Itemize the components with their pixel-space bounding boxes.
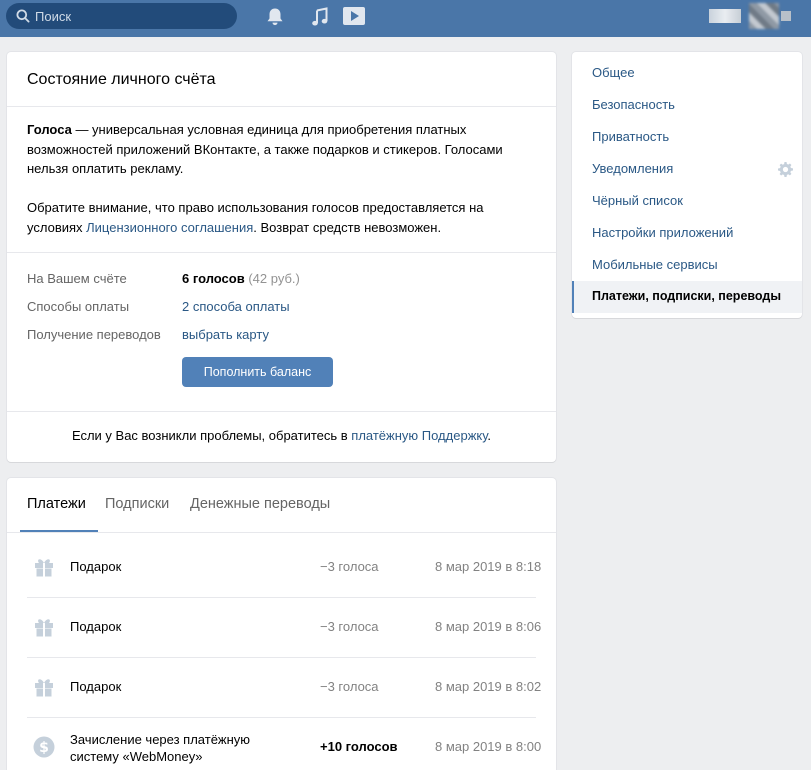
gift-icon xyxy=(35,679,53,697)
menu-item-label: Чёрный список xyxy=(592,193,683,208)
tab-subscriptions[interactable]: Подписки xyxy=(105,496,169,512)
avatar[interactable] xyxy=(749,3,779,29)
payment-methods-label: Способы оплаты xyxy=(27,299,130,314)
menu-item-label: Безопасность xyxy=(592,97,675,112)
transaction-row[interactable]: Подарок −3 голоса 8 мар 2019 в 8:18 xyxy=(7,538,556,598)
transaction-amount: −3 голоса xyxy=(320,679,379,694)
menu-item-general[interactable]: Общее xyxy=(572,57,802,89)
payment-methods-link[interactable]: 2 способа оплаты xyxy=(182,299,290,314)
menu-item-security[interactable]: Безопасность xyxy=(572,89,802,121)
menu-item-mobile-services[interactable]: Мобильные сервисы xyxy=(572,249,802,281)
menu-item-label: Мобильные сервисы xyxy=(592,257,718,272)
menu-item-label: Платежи, подписки, переводы xyxy=(592,289,781,303)
menu-item-blacklist[interactable]: Чёрный список xyxy=(572,185,802,217)
license-agreement-link[interactable]: Лицензионного соглашения xyxy=(86,220,253,235)
tab-payments[interactable]: Платежи xyxy=(27,496,86,512)
dollar-icon: $ xyxy=(33,736,55,758)
search-box[interactable]: Поиск xyxy=(6,3,237,29)
svg-text:$: $ xyxy=(39,740,49,756)
topup-balance-button[interactable]: Пополнить баланс xyxy=(182,357,333,387)
transaction-row[interactable]: $ Зачисление через платёжную систему «Web… xyxy=(7,718,556,770)
transaction-row[interactable]: Подарок −3 голоса 8 мар 2019 в 8:02 xyxy=(7,658,556,718)
gift-icon xyxy=(35,559,53,577)
transaction-title: Зачисление через платёжную систему «WebMo… xyxy=(70,731,250,765)
menu-item-label: Приватность xyxy=(592,129,670,144)
divider xyxy=(7,411,556,412)
transaction-row[interactable]: Подарок −3 голоса 8 мар 2019 в 8:06 xyxy=(7,598,556,658)
transaction-amount: −3 голоса xyxy=(320,619,379,634)
menu-item-label: Общее xyxy=(592,65,635,80)
choose-card-link[interactable]: выбрать карту xyxy=(182,327,269,342)
menu-item-notifications[interactable]: Уведомления xyxy=(572,153,802,185)
transfers-label: Получение переводов xyxy=(27,327,161,342)
search-input[interactable]: Поиск xyxy=(35,9,71,24)
search-icon xyxy=(16,9,30,23)
balance-label: На Вашем счёте xyxy=(27,271,127,286)
transaction-title-line1: Зачисление через платёжную xyxy=(70,732,251,747)
gift-icon xyxy=(35,619,53,637)
video-icon[interactable] xyxy=(342,6,366,26)
menu-item-label: Уведомления xyxy=(592,161,674,176)
settings-menu: Общее Безопасность Приватность Уведомлен… xyxy=(572,52,802,318)
transaction-amount: +10 голосов xyxy=(320,739,398,754)
top-bar: Поиск xyxy=(0,0,811,37)
bell-icon[interactable] xyxy=(266,7,284,27)
divider xyxy=(7,106,556,107)
balance-value: 6 голосов (42 руб.) xyxy=(182,271,300,286)
intro-bold: Голоса xyxy=(27,122,72,137)
transaction-date: 8 мар 2019 в 8:18 xyxy=(435,559,542,574)
transaction-date: 8 мар 2019 в 8:06 xyxy=(435,619,542,634)
transaction-title: Подарок xyxy=(70,679,122,694)
notice-text: Обратите внимание, что право использован… xyxy=(27,198,527,237)
transaction-title: Подарок xyxy=(70,619,122,634)
menu-item-label: Настройки приложений xyxy=(592,225,734,240)
support-end: . xyxy=(487,428,492,443)
transaction-title: Подарок xyxy=(70,559,122,574)
transaction-amount: −3 голоса xyxy=(320,559,379,574)
music-icon[interactable] xyxy=(311,7,329,27)
page-title: Состояние личного счёта xyxy=(27,71,216,88)
balance-amount: 6 голосов xyxy=(182,271,245,286)
divider xyxy=(7,532,556,533)
transactions-card: Платежи Подписки Денежные переводы Подар… xyxy=(7,478,556,770)
payment-support-link[interactable]: платёжную Поддержку xyxy=(351,428,487,443)
gear-icon[interactable] xyxy=(778,162,793,177)
menu-item-privacy[interactable]: Приватность xyxy=(572,121,802,153)
tab-money-transfers[interactable]: Денежные переводы xyxy=(190,496,330,512)
intro-text: Голоса — универсальная условная единица … xyxy=(27,120,527,179)
transaction-date: 8 мар 2019 в 8:00 xyxy=(435,739,542,754)
menu-item-app-settings[interactable]: Настройки приложений xyxy=(572,217,802,249)
notice-end: . Возврат средств невозможен. xyxy=(253,219,442,235)
support-text: Если у Вас возникли проблемы, обратитесь… xyxy=(7,428,556,443)
divider xyxy=(7,252,556,253)
balance-rub: (42 руб.) xyxy=(244,271,300,286)
user-name-blurred[interactable] xyxy=(709,9,741,23)
menu-item-payments[interactable]: Платежи, подписки, переводы xyxy=(572,281,802,313)
dropdown-arrow-icon[interactable] xyxy=(781,11,791,21)
support-start: Если у Вас возникли проблемы, обратитесь… xyxy=(71,428,352,443)
transaction-date: 8 мар 2019 в 8:02 xyxy=(435,679,542,694)
transaction-title-line2: систему «WebMoney» xyxy=(70,749,203,764)
intro-rest: — универсальная условная единица для при… xyxy=(27,122,503,176)
balance-card: Состояние личного счёта Голоса — универс… xyxy=(7,52,556,462)
